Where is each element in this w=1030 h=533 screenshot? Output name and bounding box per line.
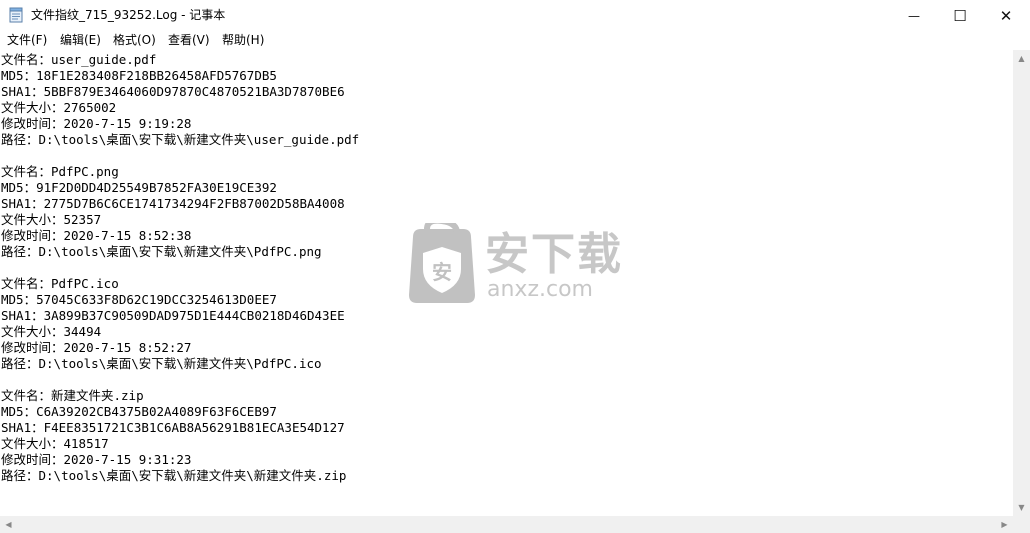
text-line: SHA1：F4EE8351721C3B1C6AB8A56291B81ECA3E5… xyxy=(1,420,345,435)
text-line: MD5：57045C633F8D62C19DCC3254613D0EE7 xyxy=(1,292,277,307)
text-line xyxy=(1,372,359,388)
text-line: 文件名：新建文件夹.zip xyxy=(1,388,144,403)
text-line: MD5：C6A39202CB4375B02A4089F63F6CEB97 xyxy=(1,404,277,419)
text-line: 文件大小：2765002 xyxy=(1,100,117,115)
text-line: 修改时间：2020-7-15 8:52:27 xyxy=(1,340,192,355)
text-content: 文件名：user_guide.pdf MD5：18F1E283408F218BB… xyxy=(1,52,359,484)
menu-format[interactable]: 格式(O) xyxy=(113,33,156,48)
text-line: MD5：18F1E283408F218BB26458AFD5767DB5 xyxy=(1,68,277,83)
menu-file[interactable]: 文件(F) xyxy=(7,33,47,48)
text-line xyxy=(1,260,359,276)
text-line: 路径：D:\tools\桌面\安下载\新建文件夹\user_guide.pdf xyxy=(1,132,360,147)
text-line: SHA1：3A899B37C90509DAD975D1E444CB0218D46… xyxy=(1,308,345,323)
horizontal-scrollbar[interactable]: ◀ ▶ xyxy=(0,516,1013,533)
title-bar[interactable]: 文件指纹_715_93252.Log - 记事本 — ☐ ✕ xyxy=(0,0,1030,32)
watermark-url: anxz.com xyxy=(487,277,593,302)
scroll-right-icon[interactable]: ▶ xyxy=(996,516,1013,533)
scrollbar-corner xyxy=(1013,516,1030,533)
maximize-button[interactable]: ☐ xyxy=(937,0,983,31)
text-line: SHA1：2775D7B6C6CE1741734294F2FB87002D58B… xyxy=(1,196,345,211)
scroll-up-icon[interactable]: ▲ xyxy=(1013,50,1030,67)
watermark-title: 安下载 xyxy=(485,229,623,280)
text-editor[interactable]: 文件名：user_guide.pdf MD5：18F1E283408F218BB… xyxy=(0,50,1013,516)
text-line: 文件名：PdfPC.png xyxy=(1,164,119,179)
text-line: 文件大小：34494 xyxy=(1,324,102,339)
minimize-icon: — xyxy=(908,8,920,23)
notepad-icon xyxy=(9,7,23,23)
close-icon: ✕ xyxy=(999,6,1013,25)
text-line: MD5：91F2D0DD4D25549B7852FA30E19CE392 xyxy=(1,180,277,195)
menu-help[interactable]: 帮助(H) xyxy=(222,33,264,48)
maximize-icon: ☐ xyxy=(953,6,967,25)
menu-view[interactable]: 查看(V) xyxy=(168,33,210,48)
minimize-button[interactable]: — xyxy=(891,0,937,31)
watermark-badge: 安 xyxy=(432,260,452,284)
shield-bag-icon: 安 xyxy=(409,223,475,303)
vertical-scrollbar[interactable]: ▲ ▼ xyxy=(1013,50,1030,516)
text-line: 文件名：user_guide.pdf xyxy=(1,52,157,67)
close-button[interactable]: ✕ xyxy=(983,0,1029,31)
text-line: 修改时间：2020-7-15 9:19:28 xyxy=(1,116,192,131)
text-line: 路径：D:\tools\桌面\安下载\新建文件夹\PdfPC.ico xyxy=(1,356,322,371)
text-line: 修改时间：2020-7-15 8:52:38 xyxy=(1,228,192,243)
scroll-down-icon[interactable]: ▼ xyxy=(1013,499,1030,516)
menu-bar: 文件(F) 编辑(E) 格式(O) 查看(V) 帮助(H) xyxy=(0,31,1030,50)
text-line: 路径：D:\tools\桌面\安下载\新建文件夹\PdfPC.png xyxy=(1,244,322,259)
watermark: 安 安下载 anxz.com xyxy=(405,223,645,308)
text-line: 文件大小：418517 xyxy=(1,436,109,451)
text-line xyxy=(1,148,359,164)
text-line: SHA1：5BBF879E3464060D97870C4870521BA3D78… xyxy=(1,84,345,99)
text-line: 路径：D:\tools\桌面\安下载\新建文件夹\新建文件夹.zip xyxy=(1,468,347,483)
scroll-left-icon[interactable]: ◀ xyxy=(0,516,17,533)
menu-edit[interactable]: 编辑(E) xyxy=(60,33,101,48)
window-title: 文件指纹_715_93252.Log - 记事本 xyxy=(31,8,226,22)
text-line: 文件名：PdfPC.ico xyxy=(1,276,119,291)
text-line: 修改时间：2020-7-15 9:31:23 xyxy=(1,452,192,467)
text-line: 文件大小：52357 xyxy=(1,212,102,227)
